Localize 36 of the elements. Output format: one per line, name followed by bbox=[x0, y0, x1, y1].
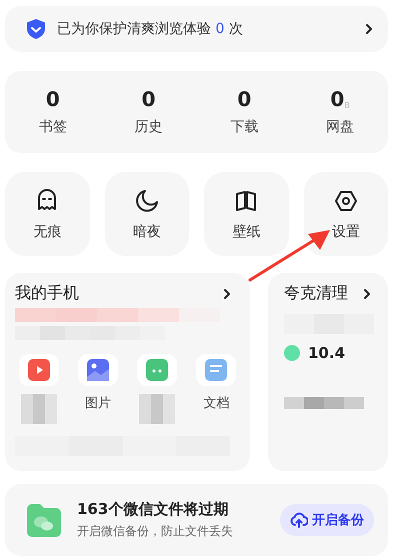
tool-tile[interactable]: 暗夜 bbox=[104, 172, 189, 256]
stat-value: 0 bbox=[237, 88, 252, 110]
stat-value: 0 bbox=[142, 88, 156, 110]
app-tile[interactable] bbox=[196, 354, 236, 386]
app-tile[interactable] bbox=[137, 354, 178, 386]
app-tile[interactable] bbox=[78, 354, 118, 386]
mosaic-blur bbox=[20, 394, 57, 424]
chevron-icon bbox=[222, 288, 232, 300]
folder-icon bbox=[25, 501, 63, 539]
backup-button[interactable]: 开启备份 bbox=[280, 504, 374, 536]
stat-unit: B bbox=[344, 101, 350, 110]
tool-tile[interactable]: 设置 bbox=[304, 172, 388, 256]
tool-tile[interactable]: 壁纸 bbox=[204, 172, 288, 256]
protection-banner[interactable]: 已为你保护清爽浏览体验 0 次 bbox=[5, 6, 388, 52]
stat-label[interactable]: 书签 bbox=[38, 118, 67, 136]
card-title[interactable]: 夸克清理 bbox=[284, 283, 348, 304]
stat-label[interactable]: 历史 bbox=[134, 118, 163, 136]
chevron-icon bbox=[362, 288, 372, 300]
cloud-upload-icon bbox=[290, 512, 308, 528]
backup-subtitle: 开启微信备份，防止文件丢失 bbox=[77, 523, 233, 540]
stat-label[interactable]: 网盘 bbox=[326, 118, 354, 136]
stat-value: 0 bbox=[330, 88, 344, 110]
shield-icon bbox=[25, 18, 47, 40]
app-label: 文档 bbox=[203, 395, 230, 412]
status-dot bbox=[284, 345, 300, 361]
app-tile[interactable] bbox=[18, 354, 59, 386]
card-title[interactable]: 我的手机 bbox=[15, 283, 79, 304]
chevron-icon bbox=[364, 23, 374, 35]
backup-title: 163个微信文件将过期 bbox=[77, 500, 230, 519]
app-label: 图片 bbox=[84, 395, 111, 412]
tool-tile[interactable]: 无痕 bbox=[5, 172, 90, 256]
storage-reading: 10.4 bbox=[308, 344, 346, 362]
mosaic-blur bbox=[139, 394, 176, 424]
stat-label[interactable]: 下载 bbox=[230, 118, 258, 136]
protection-text: 已为你保护清爽浏览体验 0 次 bbox=[57, 20, 243, 38]
stat-value: 0 bbox=[46, 88, 60, 110]
